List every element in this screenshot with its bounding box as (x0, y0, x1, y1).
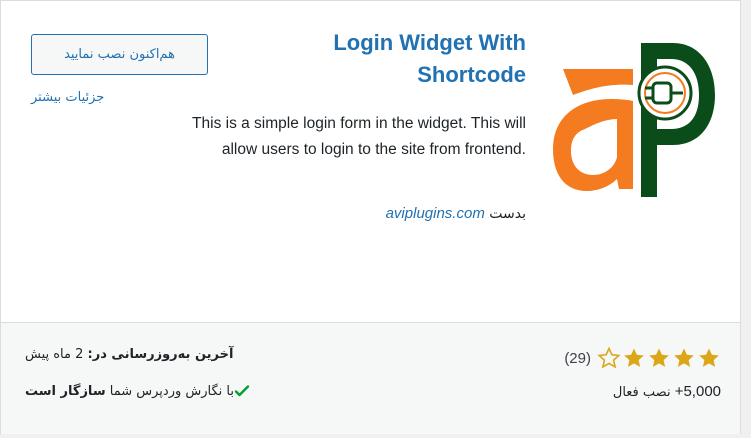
plugin-author: بدست aviplugins.com (386, 205, 526, 222)
checkmark-icon (234, 385, 250, 397)
active-installs-number: +5,000 (674, 383, 721, 400)
last-updated-value: 2 ماه پیش (25, 347, 84, 362)
plugin-card: Login Widget With Shortcode هم‌اکنون نصب… (0, 0, 741, 434)
last-updated: آخرین به‌روزرسانی در: 2 ماه پیش (25, 347, 233, 362)
star-filled-icon (699, 348, 719, 367)
more-details-link[interactable]: جزئیات بیشتر (31, 90, 104, 105)
install-now-button[interactable]: هم‌اکنون نصب نمایید (31, 34, 208, 75)
stars (597, 346, 721, 370)
plugin-description-text: This is a simple login form in the widge… (192, 115, 526, 158)
active-installs: +5,000 نصب فعال (613, 383, 721, 400)
plugin-card-top: Login Widget With Shortcode هم‌اکنون نصب… (1, 1, 740, 322)
active-installs-label: نصب فعال (612, 385, 671, 400)
star-filled-icon (624, 348, 644, 367)
plugin-logo-icon[interactable] (549, 29, 721, 201)
compat-status: سازگار است (25, 383, 106, 399)
author-prefix: بدست (489, 206, 526, 222)
compatibility: با نگارش وردپرس شما سازگار است (25, 383, 256, 399)
star-filled-icon (674, 348, 694, 367)
plugin-card-bottom (1, 322, 740, 434)
star-filled-icon (649, 348, 669, 367)
star-rating: (29) (564, 346, 721, 370)
plugin-title[interactable]: Login Widget With Shortcode (226, 27, 526, 91)
author-link[interactable]: aviplugins.com (386, 205, 485, 222)
rating-count: (29) (564, 349, 591, 367)
star-empty-icon (597, 346, 621, 369)
compat-prefix: با نگارش وردپرس شما (109, 383, 235, 399)
last-updated-label: آخرین به‌روزرسانی در: (87, 347, 234, 362)
plugin-description: This is a simple login form in the widge… (166, 111, 526, 163)
